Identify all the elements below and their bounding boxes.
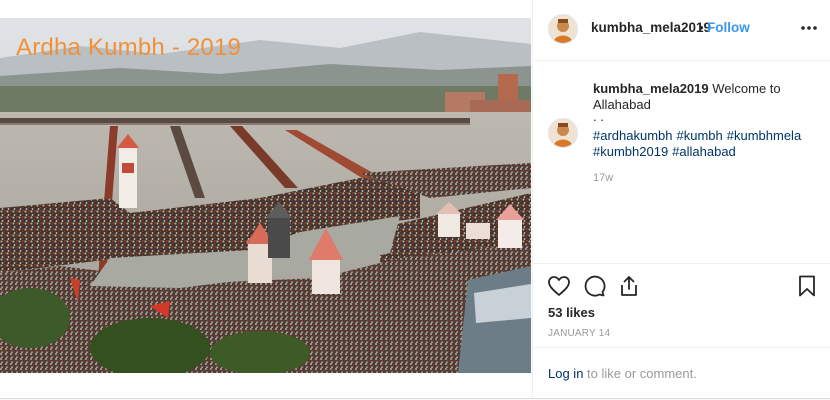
post-date: JANUARY 14 <box>548 328 611 339</box>
header-separator: • <box>699 20 704 35</box>
avatar-image <box>549 119 577 147</box>
action-bar <box>533 263 830 297</box>
hashtag-link[interactable]: #allahabad <box>672 144 736 159</box>
hashtag-link[interactable]: #kumbhmela <box>727 128 801 143</box>
more-options-glyph <box>801 26 817 30</box>
login-link[interactable]: Log in <box>548 366 583 381</box>
comment-timestamp[interactable]: 17w <box>593 172 613 184</box>
avatar[interactable] <box>548 14 578 44</box>
instagram-post: Ardha Kumbh - 2019 kumbha_mela2019 • Fol… <box>0 0 830 399</box>
caption-dots: . . <box>593 109 604 124</box>
hashtag-list: #ardhakumbh #kumbh #kumbhmela #kumbh2019 #a… <box>593 128 818 160</box>
heart-glyph <box>548 276 570 296</box>
post-sidebar: kumbha_mela2019 • Follow kumbha_mela2019… <box>532 0 830 398</box>
hashtag-link[interactable]: #kumbh2019 <box>593 144 668 159</box>
bookmark-glyph <box>799 275 815 297</box>
bookmark-icon[interactable] <box>795 274 819 298</box>
header-username[interactable]: kumbha_mela2019 <box>591 20 711 35</box>
follow-button[interactable]: Follow <box>707 20 750 35</box>
comment-icon[interactable] <box>582 274 606 298</box>
login-prompt: Log in to like or comment. <box>548 366 697 381</box>
more-options-icon[interactable] <box>799 18 819 38</box>
share-icon[interactable] <box>617 274 641 298</box>
photo-overlay-title: Ardha Kumbh - 2019 <box>16 34 242 61</box>
share-glyph <box>621 276 637 296</box>
caption-avatar[interactable] <box>548 118 578 148</box>
post-photo[interactable]: Ardha Kumbh - 2019 <box>0 18 531 373</box>
comment-glyph <box>584 275 606 297</box>
heart-icon[interactable] <box>547 274 571 298</box>
login-prompt-text: to like or comment. <box>583 366 697 381</box>
hashtag-link[interactable]: #kumbh <box>677 128 723 143</box>
comment-bar: Log in to like or comment. <box>533 347 830 399</box>
likes-count[interactable]: 53 likes <box>548 305 595 320</box>
caption-text: kumbha_mela2019 Welcome to Allahabad <box>593 81 813 113</box>
avatar-image <box>549 15 577 43</box>
post-header: kumbha_mela2019 • Follow <box>533 0 830 61</box>
caption-username[interactable]: kumbha_mela2019 <box>593 81 709 96</box>
hashtag-link[interactable]: #ardhakumbh <box>593 128 673 143</box>
ghat-scene-illustration <box>0 18 531 373</box>
